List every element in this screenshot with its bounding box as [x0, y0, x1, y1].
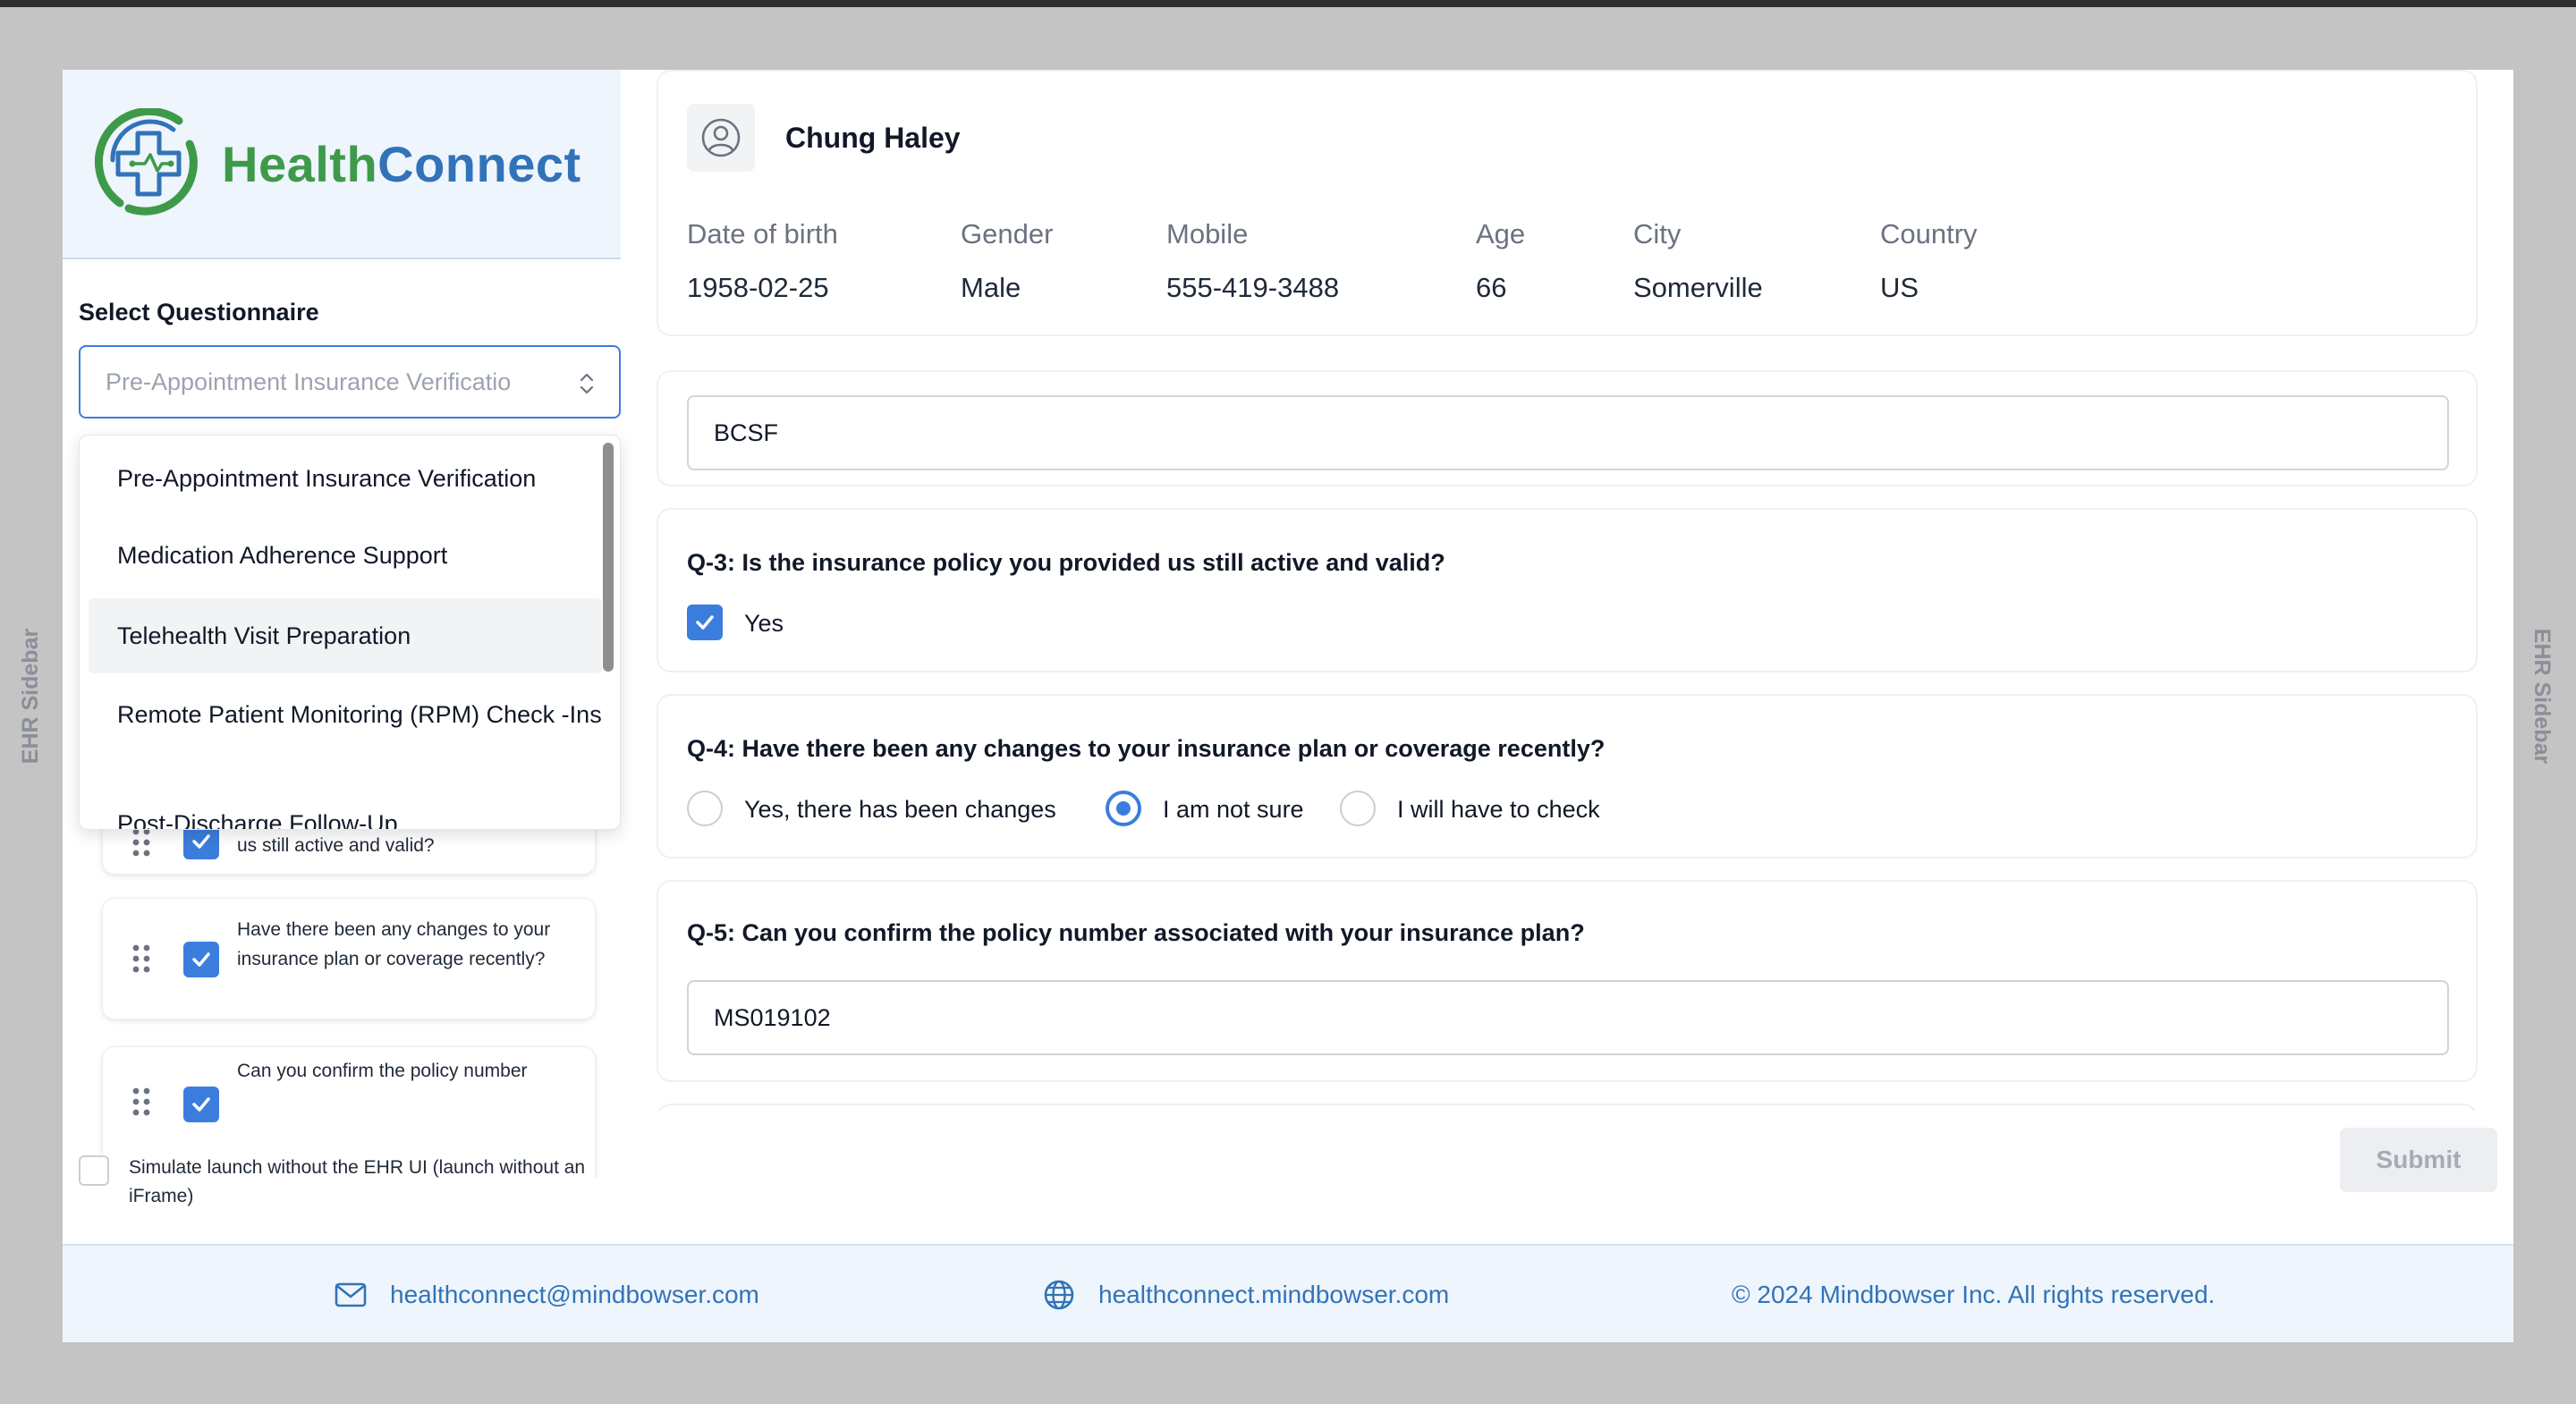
- patient-field-value: Somerville: [1633, 272, 1763, 303]
- patient-field-label: City: [1633, 218, 1682, 250]
- footer-email[interactable]: healthconnect@mindbowser.com: [335, 1246, 759, 1342]
- answer-input-q2[interactable]: BCSF: [687, 395, 2449, 470]
- dropdown-option[interactable]: Medication Adherence Support: [89, 521, 602, 589]
- patient-field-label: Gender: [961, 218, 1054, 250]
- avatar: [687, 104, 755, 172]
- drag-handle-icon[interactable]: [131, 943, 151, 974]
- brand-name-connect: Connect: [377, 135, 581, 192]
- question-card-q2: BCSF: [657, 370, 2478, 486]
- questionnaire-dropdown: Pre-Appointment Insurance Verification M…: [79, 435, 621, 830]
- footer-email-link[interactable]: healthconnect@mindbowser.com: [390, 1281, 759, 1309]
- question-checkbox[interactable]: [183, 1087, 219, 1122]
- simulate-launch-checkbox[interactable]: [79, 1155, 109, 1186]
- healthconnect-logo-icon: [94, 108, 198, 216]
- patient-field-age: Age 66: [1476, 218, 1525, 304]
- brand-name-health: Health: [222, 135, 378, 192]
- ehr-sidebar-tab-right[interactable]: EHR Sidebar: [2524, 615, 2560, 776]
- window-top-bar: [0, 0, 2576, 7]
- checkmark-icon: [696, 615, 714, 630]
- questionnaire-select-placeholder: Pre-Appointment Insurance Verificatio: [106, 368, 512, 395]
- patient-field-value: 66: [1476, 272, 1507, 303]
- question-text: us still active and valid?: [237, 835, 435, 856]
- q4-option-label: I will have to check: [1397, 796, 1600, 823]
- dropdown-option[interactable]: Post-Discharge Follow-Up: [89, 793, 602, 829]
- question-order-list: us still active and valid? Have there be…: [98, 812, 599, 1179]
- answer-input-q5[interactable]: MS019102: [687, 980, 2449, 1055]
- checkmark-icon: [192, 834, 210, 849]
- question-title-q5: Q-5: Can you confirm the policy number a…: [687, 919, 1585, 946]
- user-circle-icon: [701, 118, 741, 157]
- submit-button[interactable]: Submit: [2340, 1128, 2497, 1192]
- q4-option-label: Yes, there has been changes: [744, 796, 1056, 823]
- simulate-launch-label: Simulate launch without the EHR UI (laun…: [129, 1157, 586, 1206]
- patient-field-label: Age: [1476, 218, 1526, 250]
- checkmark-icon: [192, 952, 210, 967]
- q4-radio-will-check[interactable]: [1340, 791, 1376, 826]
- footer-copyright: © 2024 Mindbowser Inc. All rights reserv…: [1732, 1246, 2215, 1342]
- question-title-q3: Q-3: Is the insurance policy you provide…: [687, 549, 1445, 576]
- select-questionnaire-label: Select Questionnaire: [79, 299, 319, 326]
- question-card[interactable]: Have there been any changes to your insu…: [102, 898, 596, 1019]
- ehr-sidebar-left-label: EHR Sidebar: [18, 628, 44, 764]
- logo-area: HealthConnect: [63, 70, 621, 259]
- question-checkbox[interactable]: [183, 942, 219, 977]
- question-card-q3: Q-3: Is the insurance policy you provide…: [657, 508, 2478, 672]
- patient-info-card: Chung Haley Date of birth 1958-02-25 Gen…: [657, 70, 2478, 336]
- ehr-sidebar-right-label: EHR Sidebar: [2529, 628, 2555, 764]
- dropdown-option[interactable]: Remote Patient Monitoring (RPM) Check -I…: [89, 682, 602, 781]
- patient-name: Chung Haley: [785, 122, 961, 154]
- ehr-sidebar-tab-left[interactable]: EHR Sidebar: [13, 615, 49, 776]
- questionnaire-select[interactable]: Pre-Appointment Insurance Verificatio: [79, 345, 621, 419]
- checkmark-icon: [192, 1097, 210, 1112]
- globe-icon: [1044, 1280, 1074, 1310]
- patient-field-label: Date of birth: [687, 218, 838, 250]
- patient-field-value: 1958-02-25: [687, 272, 829, 303]
- q4-option-label: I am not sure: [1163, 796, 1304, 823]
- question-text: Have there been any changes to your insu…: [237, 919, 551, 969]
- patient-field-dob: Date of birth 1958-02-25: [687, 218, 838, 304]
- q3-yes-checkbox[interactable]: [687, 605, 723, 640]
- patient-field-city: City Somerville: [1633, 218, 1763, 304]
- question-title-q4: Q-4: Have there been any changes to your…: [687, 735, 1606, 762]
- chevron-up-down-icon: [580, 373, 594, 394]
- q4-radio-changes[interactable]: [687, 791, 723, 826]
- patient-field-label: Mobile: [1166, 218, 1249, 250]
- footer-copyright-text: © 2024 Mindbowser Inc. All rights reserv…: [1732, 1281, 2216, 1308]
- dropdown-option-highlighted[interactable]: Telehealth Visit Preparation: [89, 598, 602, 673]
- brand-name: HealthConnect: [222, 135, 581, 193]
- patient-field-label: Country: [1880, 218, 1978, 250]
- dropdown-option[interactable]: Pre-Appointment Insurance Verification: [89, 444, 602, 512]
- patient-field-country: Country US: [1880, 218, 1978, 304]
- question-card-q4: Q-4: Have there been any changes to your…: [657, 694, 2478, 858]
- question-text: Can you confirm the policy number: [237, 1061, 528, 1081]
- drag-handle-icon[interactable]: [131, 827, 151, 858]
- q3-yes-label: Yes: [744, 610, 784, 637]
- patient-field-mobile: Mobile 555-419-3488: [1166, 218, 1339, 304]
- patient-field-value: US: [1880, 272, 1919, 303]
- q4-radio-not-sure-selected[interactable]: [1106, 791, 1141, 826]
- simulate-launch-row[interactable]: Simulate launch without the EHR UI (laun…: [79, 1154, 633, 1211]
- content-clip: [599, 1111, 2513, 1164]
- footer: healthconnect@mindbowser.com healthconne…: [63, 1244, 2513, 1342]
- mail-icon: [335, 1282, 367, 1307]
- patient-field-value: 555-419-3488: [1166, 272, 1340, 303]
- patient-field-value: Male: [961, 272, 1021, 303]
- footer-website-link[interactable]: healthconnect.mindbowser.com: [1098, 1281, 1449, 1309]
- question-card-q5: Q-5: Can you confirm the policy number a…: [657, 880, 2478, 1082]
- app-frame: HealthConnect Select Questionnaire Pre-A…: [63, 70, 2513, 1342]
- footer-website[interactable]: healthconnect.mindbowser.com: [1043, 1246, 1449, 1342]
- drag-handle-icon[interactable]: [131, 1087, 151, 1117]
- dropdown-scrollbar[interactable]: [603, 443, 614, 672]
- patient-field-gender: Gender Male: [961, 218, 1053, 304]
